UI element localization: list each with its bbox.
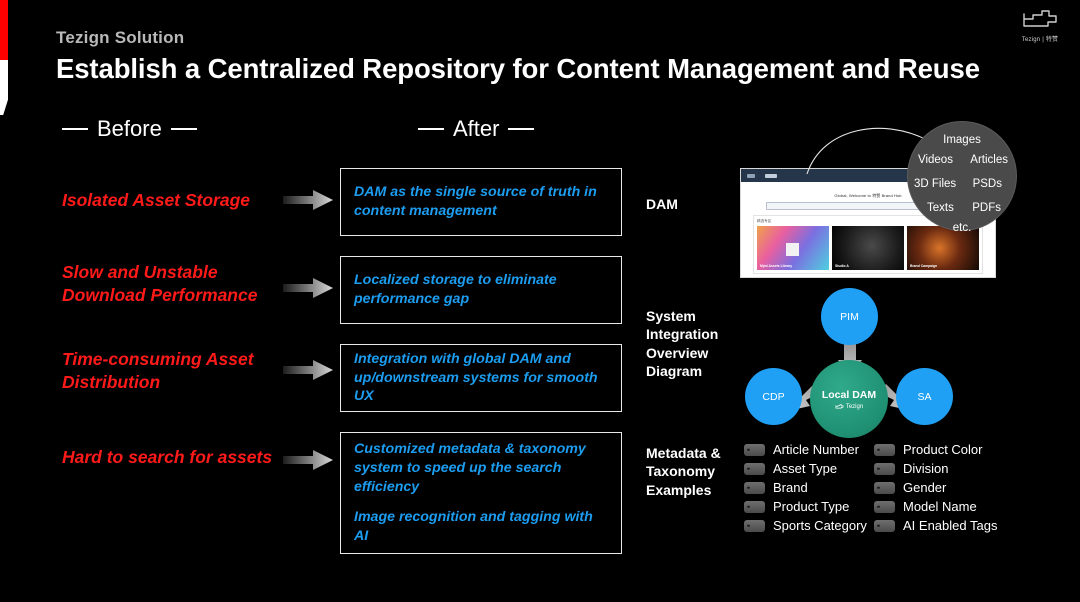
metadata-tag-label: Division xyxy=(903,461,949,476)
metadata-tag-item: Asset Type xyxy=(744,461,874,476)
dash-right-icon xyxy=(508,128,535,130)
file-type-3d-files: 3D Files xyxy=(914,178,957,190)
eyebrow-label: Tezign Solution xyxy=(56,28,185,47)
metadata-tag-item: Sports Category xyxy=(744,518,874,533)
metadata-tag-list: Article Number Product Color Asset Type … xyxy=(744,442,1024,533)
tag-icon xyxy=(874,500,895,513)
after-box: Customized metadata & taxonomy system to… xyxy=(340,432,622,554)
metadata-tag-label: Gender xyxy=(903,480,947,495)
tag-icon xyxy=(744,500,765,513)
dash-right-icon xyxy=(170,128,197,130)
section-label-system: System Integration Overview Diagram xyxy=(646,308,719,380)
dam-mock-card: Studio A xyxy=(832,226,904,270)
metadata-tag-label: Model Name xyxy=(903,499,977,514)
edge-accent-red xyxy=(0,0,8,60)
system-integration-diagram: PIM CDP SA Local DAM Tezign xyxy=(738,288,962,438)
before-item: Time-consuming Asset Distribution xyxy=(62,349,254,393)
diagram-node-label: SA xyxy=(917,390,932,403)
file-type-texts: Texts xyxy=(927,202,954,214)
diagram-node-label: PIM xyxy=(840,310,859,323)
diagram-node-label: Local DAM xyxy=(821,388,877,401)
diagram-node-sublabel-text: Tezign xyxy=(845,403,864,410)
section-label-metadata: Metadata & Taxonomy Examples xyxy=(646,445,721,498)
file-types-bubble: Images Videos Articles 3D Files PSDs Tex… xyxy=(908,122,1016,234)
arrow-right-icon xyxy=(283,360,333,380)
diagram-node-cdp: CDP xyxy=(745,368,802,425)
arrow-right-icon xyxy=(283,278,333,298)
tag-icon xyxy=(744,481,765,494)
tezign-mark-icon xyxy=(835,403,844,408)
file-type-videos: Videos xyxy=(918,154,953,166)
tag-icon xyxy=(874,519,895,532)
dam-mock-topbar-item xyxy=(765,173,777,178)
diagram-node-pim: PIM xyxy=(821,288,878,345)
file-type-psds: PSDs xyxy=(972,178,1002,190)
metadata-tag-item: Model Name xyxy=(874,499,1024,514)
dam-mock-topbar-item xyxy=(747,173,755,178)
after-box-line: Integration with global DAM and up/downs… xyxy=(354,350,598,405)
edge-accent-white xyxy=(0,60,8,115)
before-item: Hard to search for assets xyxy=(62,447,273,467)
metadata-tag-item: Gender xyxy=(874,480,1024,495)
tezign-logo: Tezign | 特赞 xyxy=(1014,10,1066,50)
section-label-dam: DAM xyxy=(646,196,678,212)
dam-mock-card-caption: Brand Campaign xyxy=(910,264,938,268)
tag-icon xyxy=(744,462,765,475)
diagram-node-local-dam: Local DAM Tezign xyxy=(810,360,888,438)
after-box-line: Localized storage to eliminate performan… xyxy=(354,272,557,307)
tag-icon xyxy=(744,519,765,532)
metadata-tag-item: Brand xyxy=(744,480,874,495)
tezign-mark-icon xyxy=(1023,10,1057,27)
column-heading-after: After xyxy=(418,116,535,142)
column-heading-before: Before xyxy=(62,116,197,142)
arrow-right-icon xyxy=(283,450,333,470)
tag-icon xyxy=(874,462,895,475)
metadata-tag-label: Brand xyxy=(773,480,808,495)
column-heading-after-label: After xyxy=(453,116,500,141)
after-box: DAM as the single source of truth in con… xyxy=(340,168,622,236)
after-box: Integration with global DAM and up/downs… xyxy=(340,344,622,412)
metadata-tag-label: Product Color xyxy=(903,442,983,457)
column-heading-before-label: Before xyxy=(97,116,162,141)
dash-left-icon xyxy=(62,128,88,130)
tag-icon xyxy=(874,443,895,456)
metadata-tag-item: Division xyxy=(874,461,1024,476)
dam-mock-card-row: Mjml Assets Library Studio A Brand Campa… xyxy=(757,226,979,270)
file-type-pdfs: PDFs xyxy=(972,202,1001,214)
logo-wordmark: Tezign | 特赞 xyxy=(1021,37,1059,43)
dam-mock-card-caption: Mjml Assets Library xyxy=(760,264,793,268)
metadata-tag-item: AI Enabled Tags xyxy=(874,518,1024,533)
diagram-node-label: CDP xyxy=(762,390,785,403)
tag-icon xyxy=(874,481,895,494)
metadata-tag-item: Product Type xyxy=(744,499,874,514)
metadata-tag-item: Product Color xyxy=(874,442,1024,457)
after-box: Localized storage to eliminate performan… xyxy=(340,256,622,324)
metadata-tag-label: AI Enabled Tags xyxy=(903,518,998,533)
dam-mock-card-caption: Studio A xyxy=(835,264,849,268)
dash-left-icon xyxy=(418,128,444,130)
metadata-tag-label: Product Type xyxy=(773,499,850,514)
arrow-right-icon xyxy=(283,190,333,210)
after-box-line: Customized metadata & taxonomy system to… xyxy=(354,440,586,495)
tag-icon xyxy=(744,443,765,456)
before-item: Slow and Unstable Download Performance xyxy=(62,262,258,306)
metadata-tag-label: Article Number xyxy=(773,442,859,457)
page-title: Establish a Centralized Repository for C… xyxy=(56,53,980,84)
diagram-node-sublabel: Tezign xyxy=(835,404,863,410)
metadata-tag-label: Sports Category xyxy=(773,518,867,533)
metadata-tag-label: Asset Type xyxy=(773,461,838,476)
dam-mock-card: Mjml Assets Library xyxy=(757,226,829,270)
after-box-line: DAM as the single source of truth in con… xyxy=(354,184,597,219)
file-type-etc: etc. xyxy=(952,222,972,234)
diagram-node-sa: SA xyxy=(896,368,953,425)
before-item: Isolated Asset Storage xyxy=(62,190,251,210)
after-box-line: Image recognition and tagging with AI xyxy=(354,509,593,545)
file-type-images: Images xyxy=(943,134,981,146)
file-type-articles: Articles xyxy=(970,154,1008,166)
metadata-tag-item: Article Number xyxy=(744,442,874,457)
